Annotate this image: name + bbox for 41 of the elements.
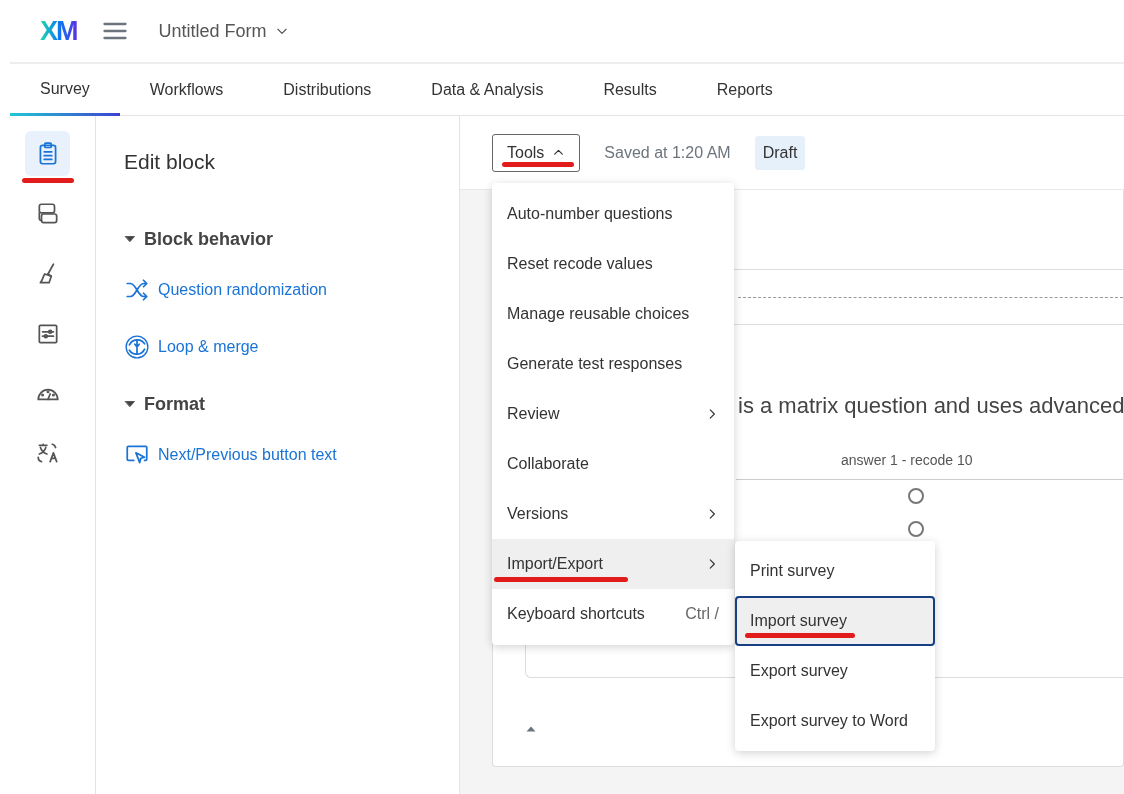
menu-item[interactable]: Keyboard shortcuts Ctrl / (492, 589, 734, 639)
annotation-underline (502, 162, 574, 167)
menu-item[interactable]: Reset recode values (492, 239, 734, 289)
column-header: answer 1 - recode 10 (841, 451, 974, 470)
menu-item[interactable]: Import survey (735, 596, 935, 646)
keyboard-shortcut: Ctrl / (685, 604, 719, 624)
nav-tab[interactable]: Distributions (253, 64, 402, 116)
section-header[interactable]: Block behavior (124, 225, 274, 253)
menu-item[interactable]: Export survey to Word (735, 696, 935, 746)
radio-button[interactable] (908, 521, 924, 537)
menu-item[interactable]: Review (492, 389, 734, 439)
block-option-link[interactable]: Next/Previous button text (124, 441, 337, 468)
menu-item[interactable]: Import/Export (492, 539, 734, 589)
menu-item[interactable]: Export survey (735, 646, 935, 696)
question-text: is a matrix question and uses advanced (738, 392, 1123, 420)
save-status: Saved at 1:20 AM (604, 142, 731, 163)
nav-tab[interactable]: Data & Analysis (401, 64, 574, 116)
annotation-underline (21, 178, 74, 183)
block-option-link[interactable]: Loop & merge (124, 333, 259, 360)
nav-tab[interactable]: Workflows (119, 64, 254, 116)
block-option-link[interactable]: Question randomization (124, 276, 327, 303)
menu-item[interactable]: Manage reusable choices (492, 289, 734, 339)
radio-button[interactable] (908, 488, 924, 504)
section-header[interactable]: Format (124, 390, 205, 418)
tools-dropdown-button[interactable]: Tools (492, 133, 581, 172)
nav-tab[interactable]: Results (573, 64, 687, 116)
shuffle-icon (124, 276, 150, 303)
menu-item[interactable]: Versions (492, 489, 734, 539)
project-title-dropdown[interactable]: Untitled Form (152, 16, 295, 46)
caret-down-icon (124, 233, 136, 245)
sidebar-tab[interactable] (20, 131, 75, 183)
menu-item[interactable]: Collaborate (492, 439, 734, 489)
menu-item[interactable]: Print survey (735, 546, 935, 596)
nav-tab[interactable]: Reports (686, 64, 803, 116)
nav-tab[interactable]: Survey (10, 64, 120, 116)
caret-down-icon (124, 398, 136, 410)
menu-item[interactable]: Auto-number questions (492, 189, 734, 239)
status-badge: Draft (754, 135, 806, 170)
circular-arrows-icon (124, 333, 150, 360)
panel-title: Edit block (124, 149, 217, 175)
menu-item[interactable]: Generate test responses (492, 339, 734, 389)
